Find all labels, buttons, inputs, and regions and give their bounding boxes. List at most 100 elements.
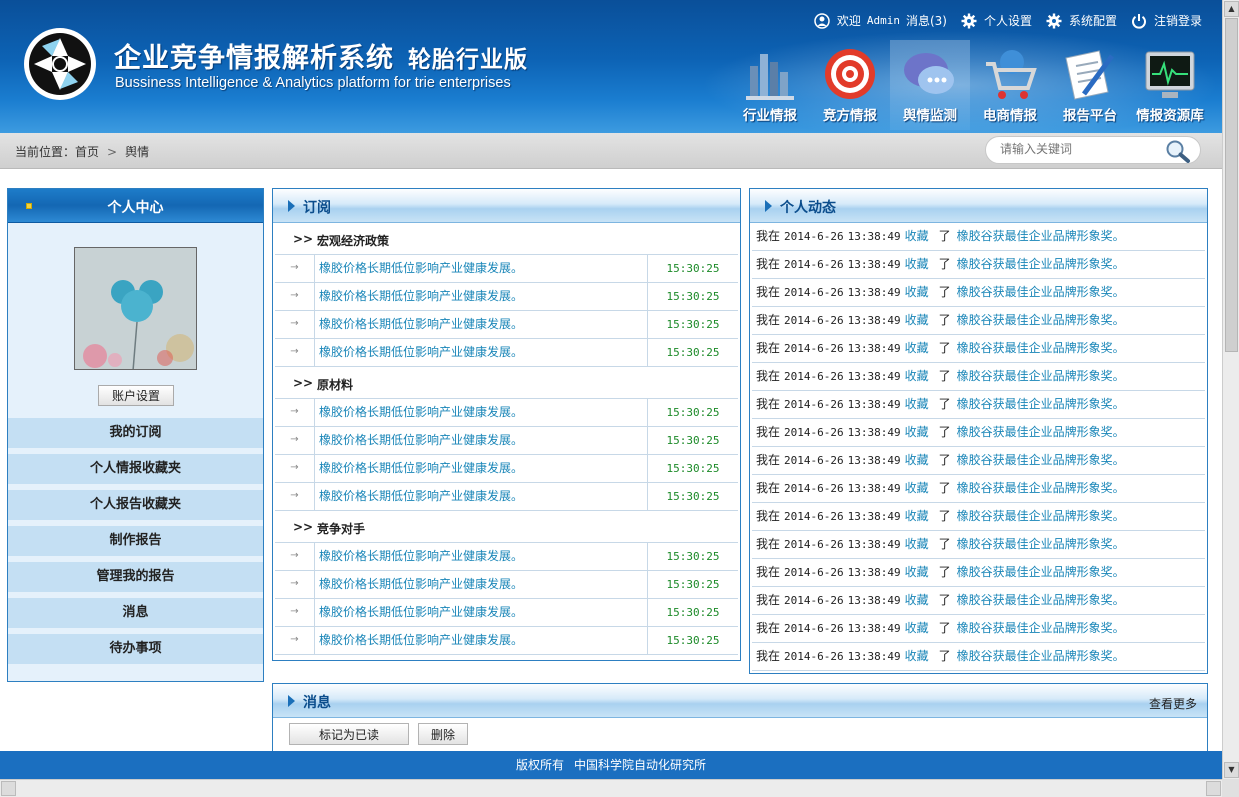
activity-action[interactable]: 收藏 [905, 453, 929, 467]
activity-link[interactable]: 橡胶谷获最佳企业品牌形象奖。 [957, 229, 1125, 243]
scroll-right-icon[interactable] [1206, 781, 1221, 796]
menu-intel-favorites[interactable]: 个人情报收藏夹 [8, 454, 263, 484]
article-link[interactable]: 橡胶价格长期低位影响产业健康发展。 [315, 283, 648, 310]
activity-link[interactable]: 橡胶谷获最佳企业品牌形象奖。 [957, 621, 1125, 635]
activity-action[interactable]: 收藏 [905, 341, 929, 355]
activity-subject: 我在 [756, 593, 781, 607]
article-link[interactable]: 橡胶价格长期低位影响产业健康发展。 [315, 399, 648, 426]
nav-competitor-intel[interactable]: 竞方情报 [810, 40, 890, 130]
activity-row: 我在 2014-6-26 13:38:49 收藏了橡胶谷获最佳企业品牌形象奖。 [752, 363, 1205, 391]
activity-link[interactable]: 橡胶谷获最佳企业品牌形象奖。 [957, 565, 1125, 579]
nav-intel-resource-library[interactable]: 情报资源库 [1130, 40, 1210, 130]
activity-action[interactable]: 收藏 [905, 397, 929, 411]
scroll-down-icon[interactable]: ▼ [1224, 762, 1239, 778]
table-row: → 橡胶价格长期低位影响产业健康发展。 15:30:25 [275, 339, 738, 367]
activity-link[interactable]: 橡胶谷获最佳企业品牌形象奖。 [957, 341, 1125, 355]
activity-action[interactable]: 收藏 [905, 285, 929, 299]
activity-date: 2014-6-26 [784, 622, 844, 635]
search-input[interactable] [1000, 142, 1160, 156]
activity-subject: 我在 [756, 509, 781, 523]
menu-todo[interactable]: 待办事项 [8, 634, 263, 664]
article-link[interactable]: 橡胶价格长期低位影响产业健康发展。 [315, 311, 648, 338]
activity-row: 我在 2014-6-26 13:38:49 收藏了橡胶谷获最佳企业品牌形象奖。 [752, 503, 1205, 531]
activity-row: 我在 2014-6-26 13:38:49 收藏了橡胶谷获最佳企业品牌形象奖。 [752, 643, 1205, 671]
magnifier-icon[interactable] [1164, 139, 1192, 163]
article-time: 15:30:25 [666, 262, 720, 275]
personal-settings-link[interactable]: 个人设置 [961, 12, 1032, 29]
activity-date: 2014-6-26 [784, 286, 844, 299]
activity-time: 13:38:49 [847, 370, 901, 383]
article-link[interactable]: 橡胶价格长期低位影响产业健康发展。 [315, 599, 648, 626]
activity-link[interactable]: 橡胶谷获最佳企业品牌形象奖。 [957, 369, 1125, 383]
target-icon [825, 49, 875, 99]
menu-report-favorites[interactable]: 个人报告收藏夹 [8, 490, 263, 520]
article-link[interactable]: 橡胶价格长期低位影响产业健康发展。 [315, 627, 648, 654]
activity-link[interactable]: 橡胶谷获最佳企业品牌形象奖。 [957, 453, 1125, 467]
activity-link[interactable]: 橡胶谷获最佳企业品牌形象奖。 [957, 257, 1125, 271]
activity-action[interactable]: 收藏 [905, 593, 929, 607]
article-link[interactable]: 橡胶价格长期低位影响产业健康发展。 [315, 571, 648, 598]
activity-action[interactable]: 收藏 [905, 425, 929, 439]
activity-action[interactable]: 收藏 [905, 565, 929, 579]
nav-industry-intel[interactable]: 行业情报 [730, 40, 810, 130]
view-more-link[interactable]: 查看更多 [1149, 695, 1197, 712]
activity-link[interactable]: 橡胶谷获最佳企业品牌形象奖。 [957, 593, 1125, 607]
activity-link[interactable]: 橡胶谷获最佳企业品牌形象奖。 [957, 425, 1125, 439]
logout-link[interactable]: 注销登录 [1131, 12, 1202, 29]
nav-public-opinion[interactable]: 舆情监测 [890, 40, 970, 130]
article-link[interactable]: 橡胶价格长期低位影响产业健康发展。 [315, 255, 648, 282]
nav-report-platform[interactable]: 报告平台 [1050, 40, 1130, 130]
article-link[interactable]: 橡胶价格长期低位影响产业健康发展。 [315, 543, 648, 570]
activity-action[interactable]: 收藏 [905, 481, 929, 495]
activity-date: 2014-6-26 [784, 426, 844, 439]
menu-my-subscriptions[interactable]: 我的订阅 [8, 418, 263, 448]
activity-link[interactable]: 橡胶谷获最佳企业品牌形象奖。 [957, 509, 1125, 523]
article-link[interactable]: 橡胶价格长期低位影响产业健康发展。 [315, 455, 648, 482]
activity-link[interactable]: 橡胶谷获最佳企业品牌形象奖。 [957, 537, 1125, 551]
activity-link[interactable]: 橡胶谷获最佳企业品牌形象奖。 [957, 481, 1125, 495]
table-row: → 橡胶价格长期低位影响产业健康发展。 15:30:25 [275, 571, 738, 599]
activity-action[interactable]: 收藏 [905, 229, 929, 243]
scrollbar-thumb[interactable] [1225, 18, 1238, 352]
panel-title: 个人中心 [107, 200, 164, 216]
activity-time: 13:38:49 [847, 650, 901, 663]
vertical-scrollbar[interactable]: ▲ ▼ [1222, 0, 1239, 779]
messages-link[interactable]: 消息(3) [906, 12, 947, 29]
activity-time: 13:38:49 [847, 426, 901, 439]
breadcrumb-current: 舆情 [125, 145, 150, 159]
mark-read-button[interactable]: 标记为已读 [289, 723, 409, 745]
menu-create-report[interactable]: 制作报告 [8, 526, 263, 556]
article-link[interactable]: 橡胶价格长期低位影响产业健康发展。 [315, 339, 648, 366]
balloon-photo-icon [75, 248, 196, 369]
system-config-link[interactable]: 系统配置 [1046, 12, 1117, 29]
scroll-left-icon[interactable] [1, 781, 16, 796]
activity-action[interactable]: 收藏 [905, 509, 929, 523]
activity-link[interactable]: 橡胶谷获最佳企业品牌形象奖。 [957, 649, 1125, 663]
delete-button[interactable]: 删除 [418, 723, 468, 745]
activity-particle: 了 [938, 285, 951, 299]
nav-ecommerce-intel[interactable]: 电商情报 [970, 40, 1050, 130]
user-icon [814, 12, 830, 29]
menu-manage-reports[interactable]: 管理我的报告 [8, 562, 263, 592]
activity-particle: 了 [938, 565, 951, 579]
activity-subject: 我在 [756, 537, 781, 551]
article-link[interactable]: 橡胶价格长期低位影响产业健康发展。 [315, 427, 648, 454]
menu-messages[interactable]: 消息 [8, 598, 263, 628]
activity-link[interactable]: 橡胶谷获最佳企业品牌形象奖。 [957, 397, 1125, 411]
activity-action[interactable]: 收藏 [905, 257, 929, 271]
activity-action[interactable]: 收藏 [905, 621, 929, 635]
activity-action[interactable]: 收藏 [905, 537, 929, 551]
scroll-up-icon[interactable]: ▲ [1224, 1, 1239, 17]
activity-link[interactable]: 橡胶谷获最佳企业品牌形象奖。 [957, 313, 1125, 327]
activity-action[interactable]: 收藏 [905, 313, 929, 327]
account-settings-button[interactable]: 账户设置 [98, 385, 174, 406]
table-row: → 橡胶价格长期低位影响产业健康发展。 15:30:25 [275, 399, 738, 427]
activity-action[interactable]: 收藏 [905, 369, 929, 383]
article-link[interactable]: 橡胶价格长期低位影响产业健康发展。 [315, 483, 648, 510]
main-nav: 行业情报 竞方情报 舆情监测 电商情报 报告平台 情报资源库 [730, 40, 1210, 130]
activity-action[interactable]: 收藏 [905, 649, 929, 663]
horizontal-scrollbar[interactable] [0, 779, 1222, 797]
activity-link[interactable]: 橡胶谷获最佳企业品牌形象奖。 [957, 285, 1125, 299]
table-row: → 橡胶价格长期低位影响产业健康发展。 15:30:25 [275, 599, 738, 627]
breadcrumb-home[interactable]: 首页 [75, 145, 99, 159]
